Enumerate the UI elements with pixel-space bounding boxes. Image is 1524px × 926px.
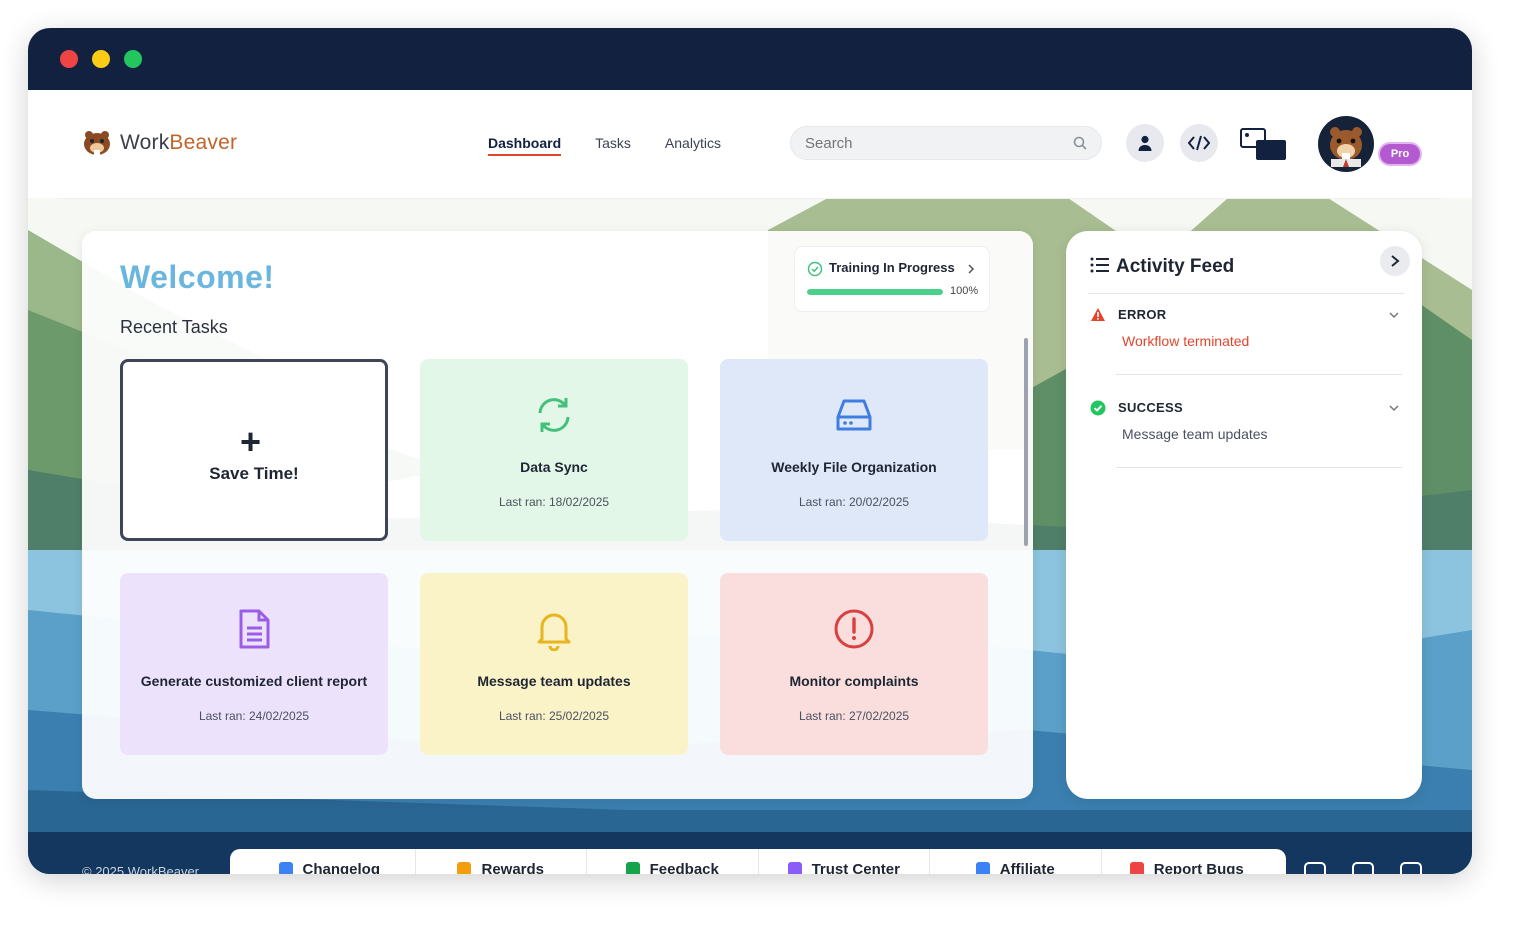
brand-name: WorkBeaver — [120, 131, 238, 154]
recent-tasks-heading: Recent Tasks — [120, 317, 228, 337]
dashboard-panel: Welcome! Recent Tasks Training In Progre… — [82, 231, 1033, 799]
check-circle-icon — [807, 261, 823, 277]
task-last-ran: Last ran: 18/02/2025 — [498, 495, 610, 509]
chevron-down-icon[interactable] — [1388, 402, 1400, 414]
beaver-logo-icon — [84, 131, 110, 155]
feed-entry-status: ERROR — [1118, 307, 1167, 322]
footer-link-trust-center[interactable]: Trust Center — [759, 849, 930, 874]
nav-divider — [58, 198, 1442, 199]
copyright: © 2025 WorkBeaver — [82, 864, 200, 874]
app-content: WorkBeaver Dashboard Tasks Analytics Sea… — [28, 90, 1472, 874]
footer-link-changelog[interactable]: Changelog — [244, 849, 416, 874]
rewards-icon — [457, 862, 472, 874]
profile-button[interactable] — [1126, 124, 1164, 162]
bug-icon — [1129, 862, 1144, 874]
minimize-window-button[interactable] — [92, 50, 110, 68]
task-card-weekly-file-organization[interactable]: Weekly File Organization Last ran: 20/02… — [720, 359, 988, 541]
training-label: Training In Progress — [829, 260, 955, 275]
search-input[interactable] — [805, 134, 1073, 152]
task-card-message-team-updates[interactable]: Message team updates Last ran: 25/02/202… — [420, 573, 688, 755]
chevron-right-icon — [968, 264, 975, 274]
avatar[interactable] — [1318, 116, 1374, 172]
task-last-ran: Last ran: 27/02/2025 — [798, 709, 910, 723]
feed-divider — [1088, 293, 1404, 294]
task-name: Data Sync — [520, 459, 588, 475]
feed-divider — [1116, 374, 1402, 375]
pro-badge: Pro — [1380, 144, 1420, 164]
screens-icon[interactable] — [1240, 128, 1288, 162]
window-titlebar — [28, 28, 1472, 90]
user-icon — [1138, 135, 1152, 151]
task-name: Monitor complaints — [789, 673, 919, 689]
nav-dashboard[interactable]: Dashboard — [488, 135, 562, 156]
list-icon — [1090, 257, 1109, 273]
activity-feed-panel: Activity Feed ERROR Workflow terminated … — [1066, 231, 1422, 799]
tasks-scrollbar[interactable] — [1024, 338, 1028, 546]
chevron-right-icon — [1391, 255, 1400, 267]
task-last-ran: Last ran: 25/02/2025 — [498, 709, 610, 723]
footer-link-feedback[interactable]: Feedback — [587, 849, 759, 874]
task-name: Message team updates — [477, 673, 631, 689]
training-percent: 100% — [950, 285, 979, 297]
alert-circle-icon — [834, 609, 874, 649]
new-task-card[interactable]: + Save Time! — [120, 359, 388, 541]
maximize-window-button[interactable] — [124, 50, 142, 68]
code-icon — [1188, 135, 1210, 151]
task-last-ran: Last ran: 20/02/2025 — [798, 495, 910, 509]
expand-feed-button[interactable] — [1380, 246, 1410, 276]
changelog-icon — [278, 862, 293, 874]
sync-icon — [538, 398, 570, 432]
developer-button[interactable] — [1180, 124, 1218, 162]
new-task-label: Save Time! — [209, 464, 299, 483]
task-last-ran: Last ran: 24/02/2025 — [198, 709, 310, 723]
footer-link-rewards[interactable]: Rewards — [416, 849, 587, 874]
task-card-client-report[interactable]: Generate customized client report Last r… — [120, 573, 388, 755]
document-icon — [239, 609, 270, 649]
training-progress-bar — [807, 289, 943, 295]
nav-analytics[interactable]: Analytics — [665, 135, 721, 156]
chevron-down-icon[interactable] — [1388, 309, 1400, 321]
plus-icon: + — [240, 421, 262, 462]
welcome-heading: Welcome! — [120, 259, 275, 295]
footer: © 2025 WorkBeaver Changelog Rewards Feed… — [28, 832, 1472, 874]
shield-icon — [787, 862, 802, 874]
top-navigation: WorkBeaver Dashboard Tasks Analytics Sea… — [28, 90, 1472, 198]
warning-triangle-icon — [1091, 308, 1105, 321]
bell-icon — [537, 613, 571, 651]
search-icon[interactable] — [1073, 136, 1087, 150]
task-card-data-sync[interactable]: Data Sync Last ran: 18/02/2025 — [420, 359, 688, 541]
linkedin-icon[interactable] — [1400, 862, 1422, 874]
footer-links: Changelog Rewards Feedback Trust Center … — [230, 849, 1286, 874]
feed-entry-message: Message team updates — [1122, 426, 1268, 442]
beaver-avatar-icon — [1330, 127, 1362, 167]
facebook-icon[interactable] — [1304, 862, 1326, 874]
feed-entry-message: Workflow terminated — [1122, 333, 1250, 349]
main-nav: Dashboard Tasks Analytics — [488, 135, 721, 156]
feedback-icon — [625, 862, 640, 874]
instagram-icon[interactable] — [1352, 862, 1374, 874]
feed-divider — [1116, 467, 1402, 468]
close-window-button[interactable] — [60, 50, 78, 68]
training-progress-card[interactable]: Training In Progress 100% — [794, 246, 990, 312]
affiliate-icon — [975, 862, 990, 874]
drive-icon — [836, 399, 872, 431]
search-box[interactable] — [790, 126, 1102, 160]
training-progress-fill — [807, 289, 943, 295]
brand-logo[interactable]: WorkBeaver — [80, 128, 237, 158]
success-check-icon — [1090, 400, 1106, 416]
footer-link-affiliate[interactable]: Affiliate — [930, 849, 1102, 874]
task-name: Generate customized client report — [140, 673, 368, 689]
app-window: WorkBeaver Dashboard Tasks Analytics Sea… — [28, 28, 1472, 874]
nav-tasks[interactable]: Tasks — [595, 135, 631, 156]
footer-link-report-bugs[interactable]: Report Bugs — [1102, 849, 1273, 874]
feed-entry-status: SUCCESS — [1118, 400, 1183, 415]
task-card-monitor-complaints[interactable]: Monitor complaints Last ran: 27/02/2025 — [720, 573, 988, 755]
activity-feed-title: Activity Feed — [1116, 256, 1235, 277]
task-name: Weekly File Organization — [771, 459, 937, 475]
